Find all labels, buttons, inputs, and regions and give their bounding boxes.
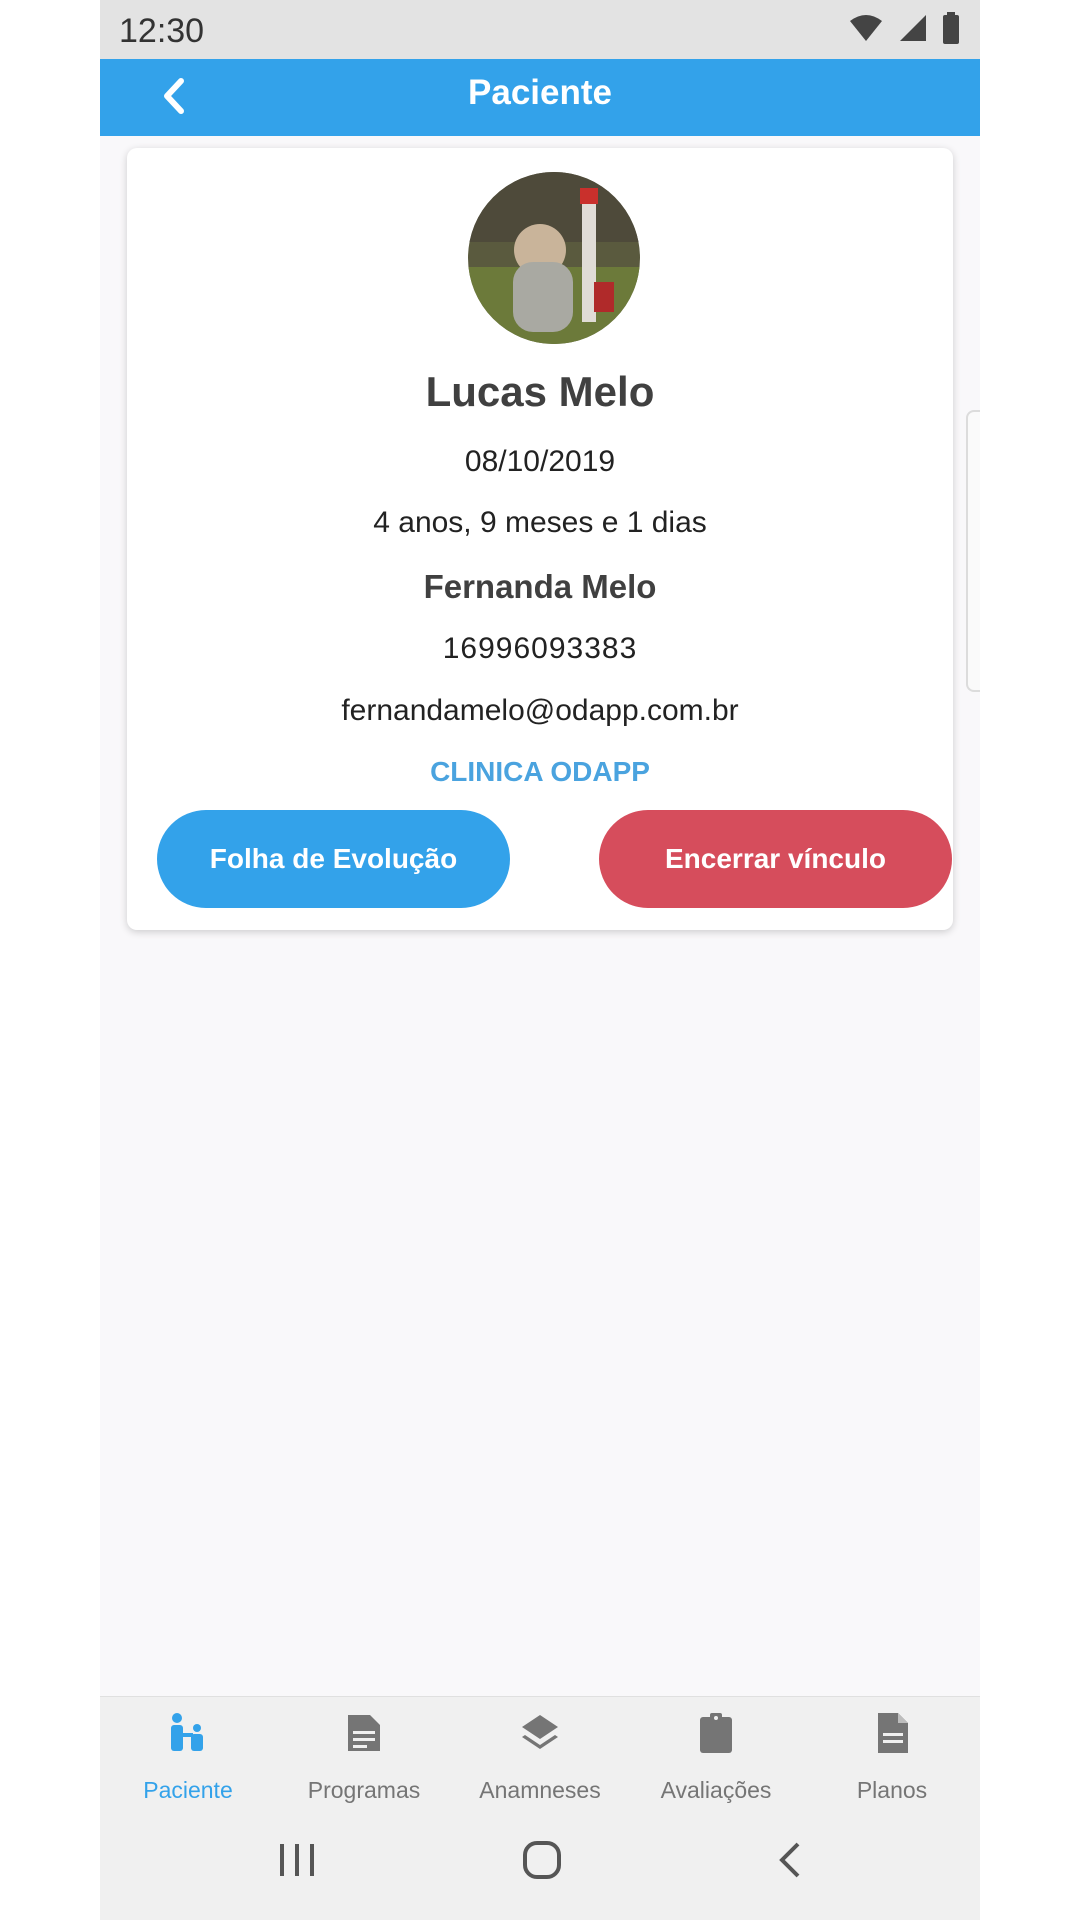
page-title: Paciente (468, 73, 612, 112)
patient-name: Lucas Melo (425, 368, 655, 415)
home-button[interactable] (520, 1838, 564, 1882)
nav-item-programas[interactable]: Programas (276, 1697, 452, 1809)
status-time: 12:30 (119, 12, 205, 50)
nav-item-paciente[interactable]: Paciente (100, 1697, 276, 1809)
battery-icon (943, 12, 959, 44)
nav-label: Programas (307, 1777, 421, 1803)
patient-card: Lucas Melo 08/10/2019 4 anos, 9 meses e … (127, 148, 953, 930)
bottom-nav: Paciente Programas Anamneses Avaliações … (100, 1696, 980, 1809)
clipboard-icon (700, 1713, 732, 1753)
nav-label: Anamneses (479, 1777, 601, 1803)
layers-icon (522, 1715, 558, 1749)
clinic-name: CLINICA ODAPP (430, 756, 650, 787)
status-icons (848, 12, 960, 44)
nav-label: Avaliações (660, 1777, 772, 1803)
status-bar: 12:30 (100, 0, 980, 59)
nav-label: Paciente (143, 1777, 233, 1803)
nav-item-avaliacoes[interactable]: Avaliações (628, 1697, 804, 1809)
system-nav-bar (100, 1808, 980, 1920)
patient-avatar (468, 172, 640, 344)
nav-item-planos[interactable]: Planos (804, 1697, 980, 1809)
recent-apps-button[interactable] (276, 1838, 318, 1882)
programs-icon (348, 1715, 380, 1751)
phone-screen: 12:30 Paciente Lucas Melo 08/10/2019 4 a… (100, 0, 980, 1920)
nav-item-anamneses[interactable]: Anamneses (452, 1697, 628, 1809)
wifi-icon (850, 15, 882, 41)
guardian-name: Fernanda Melo (423, 568, 657, 605)
patient-birth-date: 08/10/2019 (464, 445, 616, 478)
signal-icon (900, 15, 926, 41)
patient-age: 4 anos, 9 meses e 1 dias (373, 506, 707, 539)
document-icon (878, 1713, 908, 1753)
app-bar: Paciente (100, 59, 980, 136)
guardian-email: fernandamelo@odapp.com.br (341, 694, 739, 727)
edge-panel-handle[interactable] (966, 410, 980, 692)
evolution-sheet-button[interactable]: Folha de Evolução (157, 810, 510, 908)
nav-label: Planos (856, 1777, 928, 1803)
system-back-button[interactable] (774, 1838, 806, 1882)
patient-icon (171, 1713, 203, 1751)
guardian-phone: 16996093383 (442, 632, 638, 665)
end-link-button[interactable]: Encerrar vínculo (599, 810, 952, 908)
